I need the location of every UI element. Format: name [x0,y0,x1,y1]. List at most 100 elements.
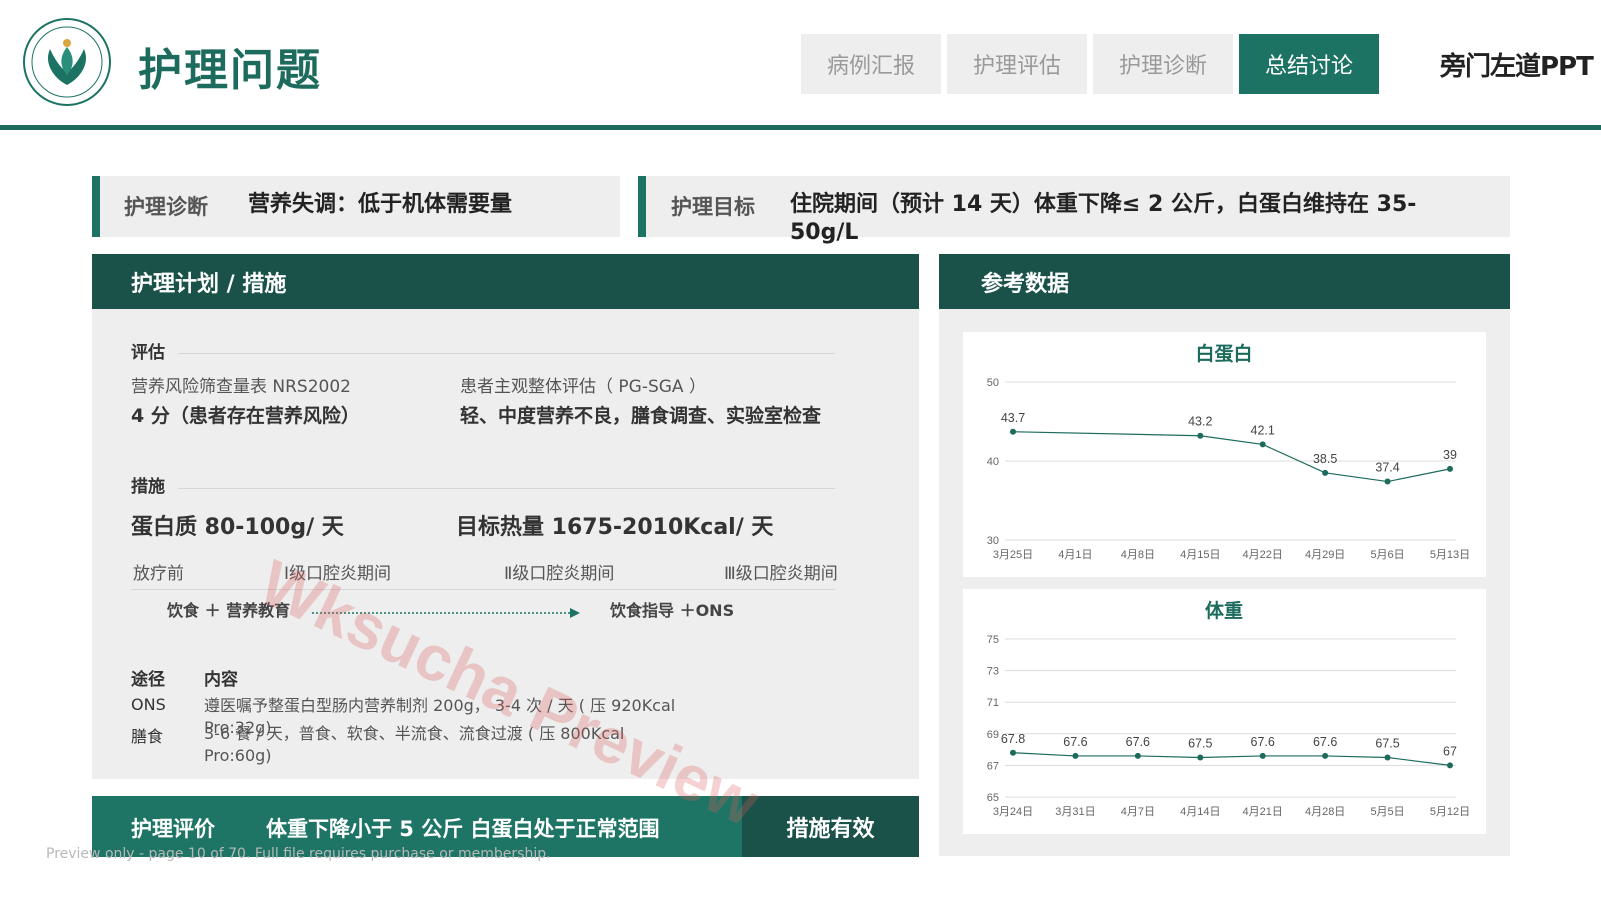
phase-grade-3: Ⅲ级口腔炎期间 [724,564,838,584]
x-tick-label: 5月13日 [1430,549,1470,561]
y-tick-label: 50 [987,377,999,389]
evaluation-text: 体重下降小于 5 公斤 白蛋白处于正常范围 [266,817,660,841]
data-label: 38.5 [1313,452,1337,466]
eval-rule [178,353,835,354]
x-tick-label: 4月1日 [1058,549,1092,561]
data-label: 67.5 [1375,737,1399,751]
route-ons: ONS [131,695,166,714]
x-tick-label: 4月7日 [1121,806,1155,818]
x-tick-label: 5月5日 [1370,806,1404,818]
route-header: 途径 [131,670,165,690]
y-tick-label: 75 [987,634,999,646]
data-point [1259,752,1266,759]
header-divider [0,125,1601,130]
x-tick-label: 4月15日 [1180,549,1220,561]
x-tick-label: 4月21日 [1243,806,1283,818]
accent-bar [638,176,646,237]
data-point [1197,432,1204,439]
y-tick-label: 71 [987,697,999,709]
y-tick-label: 65 [987,792,999,804]
data-point [1322,469,1329,476]
data-label: 67.6 [1063,735,1087,749]
y-tick-label: 67 [987,760,999,772]
data-label: 43.2 [1188,415,1212,429]
reference-section-header: 参考数据 [939,254,1510,309]
data-point [1197,754,1204,761]
y-tick-label: 69 [987,729,999,741]
chart-title: 白蛋白 [1195,342,1252,365]
data-label: 67 [1443,744,1457,758]
plan-section-header: 护理计划 / 措施 [92,254,919,309]
evaluation-badge: 措施有效 [742,796,919,857]
measures-subtitle: 措施 [131,477,165,497]
data-label: 43.7 [1001,411,1025,425]
y-tick-label: 30 [987,535,999,547]
page-title: 护理问题 [138,45,322,96]
tab-nursing-diagnosis[interactable]: 护理诊断 [1093,34,1233,94]
weight-chart-card: 体重 65 67 69 71 73 75 3月24日 3月31日 4月7日 4月14日 4月21日 4月… [963,589,1486,834]
data-point [1447,465,1453,472]
data-point [1010,749,1016,756]
flow-end: 饮食指导 ＋ONS [610,601,735,620]
albumin-chart: 白蛋白 30 40 50 3月25日 4月1日 4月8日 4月15日 4月22日 4月29日 5月6… [987,342,1470,561]
x-tick-label: 3月31日 [1055,806,1095,818]
x-tick-label: 4月22日 [1243,549,1283,561]
data-label: 67.6 [1251,735,1275,749]
series-line [1012,752,1451,766]
x-tick-label: 4月8日 [1121,549,1155,561]
data-point [1134,752,1141,759]
diagnosis-box: 护理诊断 营养失调：低于机体需要量 [92,176,620,237]
goal-text: 住院期间（预计 14 天）体重下降≤ 2 公斤，白蛋白维持在 35-50g/L [790,192,1417,245]
albumin-chart-card: 白蛋白 30 40 50 3月25日 4月1日 4月8日 4月15日 4月22日 4月29日 5月6… [963,332,1486,577]
data-label: 67.8 [1001,732,1025,746]
y-tick-label: 40 [987,456,999,468]
goal-label: 护理目标 [671,195,755,219]
x-tick-label: 5月6日 [1370,549,1404,561]
school-logo [22,17,112,107]
route-diet: 膳食 [131,727,164,746]
tab-nursing-assessment[interactable]: 护理评估 [947,34,1087,94]
diagnosis-label: 护理诊断 [124,195,208,219]
pgsga-result: 轻、中度营养不良，膳食调查、实验室检查 [460,405,822,427]
pgsga-name: 患者主观整体评估（ PG-SGA ） [460,377,706,397]
data-label: 37.4 [1375,461,1399,475]
phase-rule [131,589,835,590]
nrs-name: 营养风险筛查量表 NRS2002 [131,377,351,397]
protein-target: 蛋白质 80-100g/ 天 [131,515,344,540]
data-point [1259,441,1266,448]
data-label: 42.1 [1251,423,1275,437]
plan-heading: 护理计划 / 措施 [131,271,287,297]
x-tick-label: 3月25日 [993,549,1033,561]
data-label: 67.6 [1313,735,1337,749]
evaluation-label: 护理评价 [131,817,215,841]
data-point [1447,762,1453,769]
footer-note: Preview only - page 10 of 70. Full file … [46,846,551,862]
tab-summary-discussion[interactable]: 总结讨论 [1239,34,1379,94]
calorie-target: 目标热量 1675-2010Kcal/ 天 [456,515,774,540]
brand-logo-text: 旁门左道PPT [1440,52,1594,82]
x-tick-label: 3月24日 [993,806,1033,818]
weight-chart: 体重 65 67 69 71 73 75 3月24日 3月31日 4月7日 4月14日 4月21日 4月… [987,599,1470,818]
phase-pre-radiotherapy: 放疗前 [133,564,184,584]
y-tick-label: 73 [987,666,999,678]
data-label: 39 [1443,448,1457,462]
x-tick-label: 5月12日 [1430,806,1470,818]
measures-rule [178,488,835,489]
data-point [1384,754,1391,761]
goal-box: 护理目标 住院期间（预计 14 天）体重下降≤ 2 公斤，白蛋白维持在 35-5… [638,176,1510,245]
x-tick-label: 4月28日 [1305,806,1345,818]
data-point [1384,478,1391,485]
chart-title: 体重 [1205,599,1243,622]
data-point [1072,752,1079,759]
phase-grade-2: Ⅱ级口腔炎期间 [504,564,615,584]
reference-heading: 参考数据 [981,271,1070,297]
content-header: 内容 [204,670,238,690]
data-point [1322,752,1329,759]
diagnosis-text: 营养失调：低于机体需要量 [248,192,513,217]
data-label: 67.5 [1188,737,1212,751]
accent-bar [92,176,100,237]
eval-subtitle: 评估 [131,343,165,363]
nrs-result: 4 分（患者存在营养风险） [131,405,360,427]
tab-case-report[interactable]: 病例汇报 [801,34,941,94]
x-tick-label: 4月14日 [1180,806,1220,818]
